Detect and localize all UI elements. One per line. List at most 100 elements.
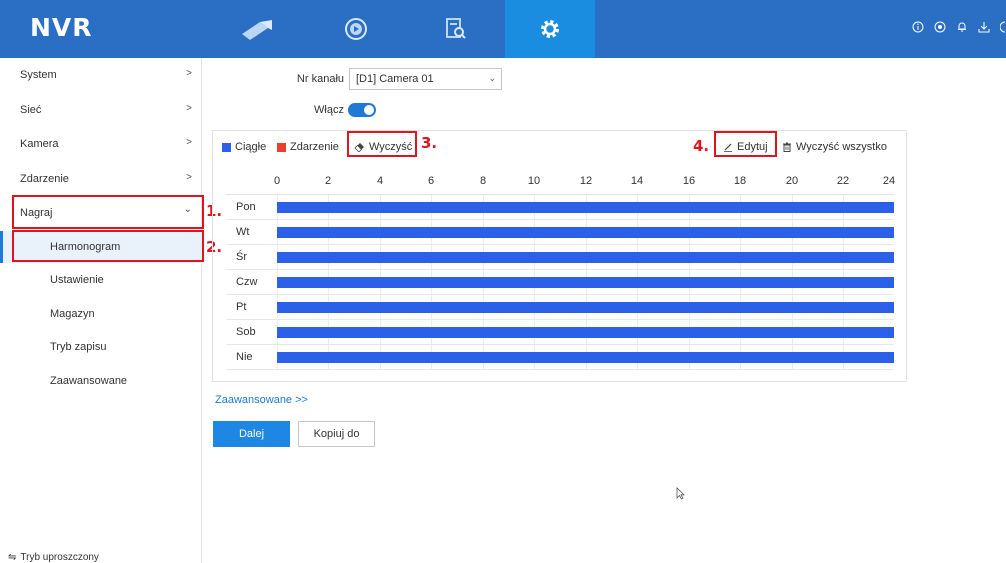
tab-search[interactable]: [416, 0, 496, 58]
gear-icon: [541, 20, 559, 38]
schedule-row-mon[interactable]: Pon: [226, 195, 894, 220]
copy-to-button[interactable]: Kopiuj do: [298, 421, 375, 447]
download-icon[interactable]: [978, 21, 990, 33]
top-bar: NVR: [0, 0, 1006, 58]
schedule-bar[interactable]: [277, 227, 894, 238]
sidebar-item-camera[interactable]: Kamera >: [0, 128, 202, 160]
sidebar-item-label: Kamera: [20, 138, 59, 150]
sidebar-item-label: Zdarzenie: [20, 173, 69, 185]
hour-label: 18: [733, 175, 747, 187]
annotation-label-3: 3.: [421, 134, 438, 152]
day-label: Pon: [236, 201, 256, 213]
hour-label: 16: [682, 175, 696, 187]
toggle-knob: [364, 105, 374, 115]
sidebar-item-label: Tryb zapisu: [50, 341, 107, 353]
playback-icon: [345, 18, 367, 40]
hour-label: 22: [836, 175, 850, 187]
sidebar-item-label: Zaawansowane: [50, 375, 128, 387]
schedule-bar[interactable]: [277, 277, 894, 288]
chevron-right-icon: >: [186, 68, 192, 79]
annotation-box-1: [12, 195, 204, 229]
tab-playback[interactable]: [316, 0, 396, 58]
day-label: Nie: [236, 351, 253, 363]
simple-mode-label: Tryb uproszczony: [20, 552, 99, 563]
sidebar-subitem-advanced[interactable]: Zaawansowane: [0, 365, 202, 397]
schedule-bar[interactable]: [277, 352, 894, 363]
hour-label: 12: [579, 175, 593, 187]
legend-swatch: [277, 142, 286, 152]
schedule-bar[interactable]: [277, 252, 894, 263]
schedule-row-thu[interactable]: Czw: [226, 270, 894, 295]
hour-label: 24: [882, 175, 896, 187]
camera-icon: [242, 20, 272, 40]
mouse-cursor-icon: [676, 487, 685, 503]
day-label: Czw: [236, 276, 258, 288]
tab-live-view[interactable]: [216, 0, 296, 58]
sidebar: System > Sieć > Kamera > Zdarzenie > Nag…: [0, 58, 202, 563]
chevron-down-icon: ⌄: [488, 73, 496, 83]
schedule-row-wed[interactable]: Śr: [226, 245, 894, 270]
sidebar-item-system[interactable]: System >: [0, 59, 202, 91]
legend-swatch: [222, 142, 231, 152]
channel-select[interactable]: [D1] Camera 01 ⌄: [349, 68, 502, 90]
trash-icon: [783, 142, 791, 152]
sidebar-item-event[interactable]: Zdarzenie >: [0, 163, 202, 195]
hour-label: 8: [479, 175, 487, 187]
tab-settings[interactable]: [505, 0, 595, 58]
chevron-right-icon: >: [186, 103, 192, 114]
hour-label: 14: [630, 175, 644, 187]
schedule-row-sun[interactable]: Nie: [226, 345, 894, 370]
sidebar-item-network[interactable]: Sieć >: [0, 94, 202, 126]
channel-select-value: [D1] Camera 01: [356, 73, 434, 85]
annotation-box-3: [347, 131, 417, 157]
annotation-label-4: 4.: [693, 137, 710, 155]
schedule-row-fri[interactable]: Pt: [226, 295, 894, 320]
day-label: Pt: [236, 301, 247, 313]
hour-label: 6: [427, 175, 435, 187]
file-search-icon: [446, 18, 466, 39]
brand-logo: NVR: [30, 13, 93, 42]
next-button[interactable]: Dalej: [213, 421, 290, 447]
bell-icon[interactable]: [956, 21, 968, 33]
day-label: Sob: [236, 326, 256, 338]
clear-all-button[interactable]: Wyczyść wszystko: [782, 141, 887, 153]
sidebar-item-label: Magazyn: [50, 308, 95, 320]
enable-label: Włącz: [314, 104, 344, 116]
annotation-box-2: [12, 230, 204, 262]
hour-label: 4: [376, 175, 384, 187]
hour-label: 20: [785, 175, 799, 187]
sidebar-subitem-storage[interactable]: Magazyn: [0, 298, 202, 330]
chevron-right-icon: >: [186, 172, 192, 183]
schedule-bar[interactable]: [277, 202, 894, 213]
schedule-row-tue[interactable]: Wt: [226, 220, 894, 245]
sidebar-item-label: Sieć: [20, 104, 42, 116]
legend-continuous[interactable]: Ciągłe: [222, 141, 266, 153]
more-icon[interactable]: [999, 21, 1006, 33]
annotation-box-4: [714, 131, 777, 157]
schedule-grid[interactable]: Pon Wt Śr Czw Pt Sob Nie: [226, 194, 894, 370]
hour-label: 10: [527, 175, 541, 187]
hour-label: 2: [324, 175, 332, 187]
sidebar-item-label: Ustawienie: [50, 274, 104, 286]
chevron-right-icon: >: [186, 137, 192, 148]
info-icon[interactable]: [912, 21, 924, 33]
schedule-panel: Ciągłe Zdarzenie Wyczyść Edytuj Wyczyść …: [212, 130, 907, 382]
day-label: Wt: [236, 226, 250, 238]
circle-icon[interactable]: [934, 21, 946, 33]
legend-label: Ciągłe: [235, 141, 267, 153]
schedule-bar[interactable]: [277, 327, 894, 338]
day-label: Śr: [236, 251, 247, 263]
clear-all-label: Wyczyść wszystko: [796, 141, 887, 153]
sidebar-subitem-record-mode[interactable]: Tryb zapisu: [0, 331, 202, 363]
legend-event[interactable]: Zdarzenie: [277, 141, 339, 153]
simple-mode-link[interactable]: ⇋ Tryb uproszczony: [8, 552, 99, 563]
schedule-bar[interactable]: [277, 302, 894, 313]
legend-label: Zdarzenie: [290, 141, 339, 153]
enable-toggle[interactable]: [348, 103, 376, 117]
sidebar-subitem-settings[interactable]: Ustawienie: [0, 264, 202, 296]
schedule-row-sat[interactable]: Sob: [226, 320, 894, 345]
advanced-link[interactable]: Zaawansowane >>: [215, 394, 308, 406]
hour-label: 0: [273, 175, 281, 187]
sidebar-item-label: System: [20, 69, 57, 81]
swap-icon: ⇋: [8, 552, 17, 563]
